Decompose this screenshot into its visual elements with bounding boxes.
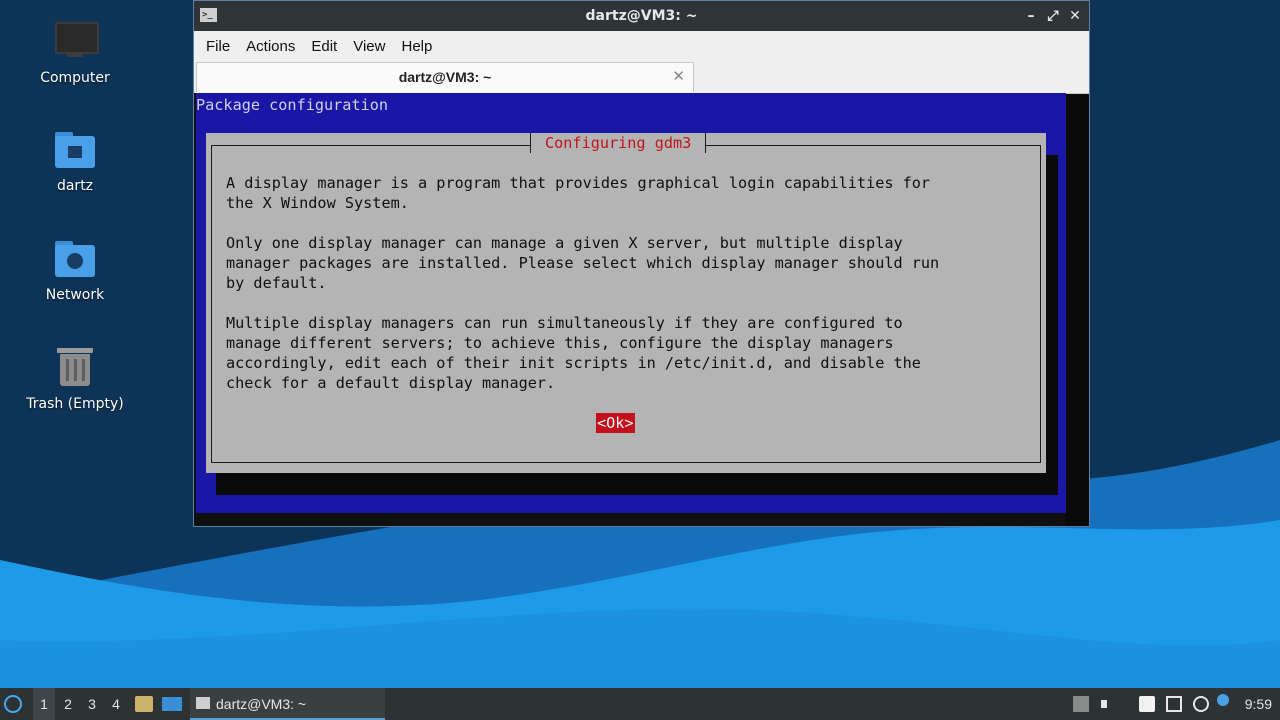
menu-bar: File Actions Edit View Help [194,31,1089,61]
tab-label: dartz@VM3: ~ [398,69,492,85]
ok-button[interactable]: <Ok> [596,413,635,433]
close-button[interactable]: ✕ [1067,1,1083,31]
tab-terminal[interactable]: dartz@VM3: ~ ✕ [196,62,694,92]
maximize-button[interactable]: ⤢ [1045,1,1061,31]
terminal-content[interactable]: Package configuration Configuring gdm3 A… [194,93,1066,526]
tab-bar: dartz@VM3: ~ ✕ [194,61,1089,94]
desktop-icon-label: Trash (Empty) [26,396,124,412]
tab-close-icon[interactable]: ✕ [672,63,685,91]
minimize-button[interactable]: – [1023,1,1039,31]
clipboard-icon[interactable] [1139,696,1155,712]
window-titlebar[interactable]: >_ dartz@VM3: ~ – ⤢ ✕ [194,1,1089,31]
configuring-dialog: Configuring gdm3 A display manager is a … [206,133,1046,473]
menu-edit[interactable]: Edit [303,38,345,55]
volume-icon[interactable] [1101,696,1117,712]
dialog-message: A display manager is a program that prov… [226,174,940,392]
desktop-icon-label: Network [45,287,105,303]
workspace-2[interactable]: 2 [57,688,79,720]
desktop-icon-label: Computer [40,70,110,86]
dialog-title: Configuring gdm3 [530,133,707,153]
home-folder-icon [53,128,97,172]
trash-icon [53,346,97,390]
taskbar-button-terminal[interactable]: dartz@VM3: ~ [190,688,385,720]
desktop-icon-computer[interactable]: Computer [15,20,135,86]
desktop-icon-label: dartz [56,178,94,194]
tray-updates-icon[interactable] [1073,696,1089,712]
network-tray-icon[interactable] [1166,696,1182,712]
dialog-shadow [216,473,1058,495]
taskbar: 1 2 3 4 dartz@VM3: ~ 9:59 [0,688,1280,720]
start-menu-icon[interactable] [4,695,24,713]
terminal-icon [196,697,210,709]
file-manager-icon[interactable] [135,696,153,712]
clock[interactable]: 9:59 [1245,688,1272,720]
workspace-1[interactable]: 1 [33,688,55,720]
menu-help[interactable]: Help [393,38,440,55]
terminal-icon: >_ [200,8,217,22]
taskbar-button-label: dartz@VM3: ~ [216,696,307,712]
menu-view[interactable]: View [345,38,393,55]
network-folder-icon [53,237,97,281]
package-configuration-header: Package configuration [196,96,389,114]
notification-icon[interactable] [1217,694,1229,706]
terminal-window[interactable]: >_ dartz@VM3: ~ – ⤢ ✕ File Actions Edit … [193,0,1090,527]
workspace-4[interactable]: 4 [105,688,127,720]
menu-actions[interactable]: Actions [238,38,303,55]
workspace-3[interactable]: 3 [81,688,103,720]
desktop-icon-trash[interactable]: Trash (Empty) [15,346,135,412]
dialog-shadow [1046,155,1058,495]
desktop-icon-dartz[interactable]: dartz [15,128,135,194]
power-manager-icon[interactable] [1193,696,1209,712]
window-title: dartz@VM3: ~ [585,8,698,24]
computer-icon [53,20,99,64]
desktop-icon-network[interactable]: Network [15,237,135,303]
show-desktop-icon[interactable] [162,697,182,711]
menu-file[interactable]: File [198,38,238,55]
